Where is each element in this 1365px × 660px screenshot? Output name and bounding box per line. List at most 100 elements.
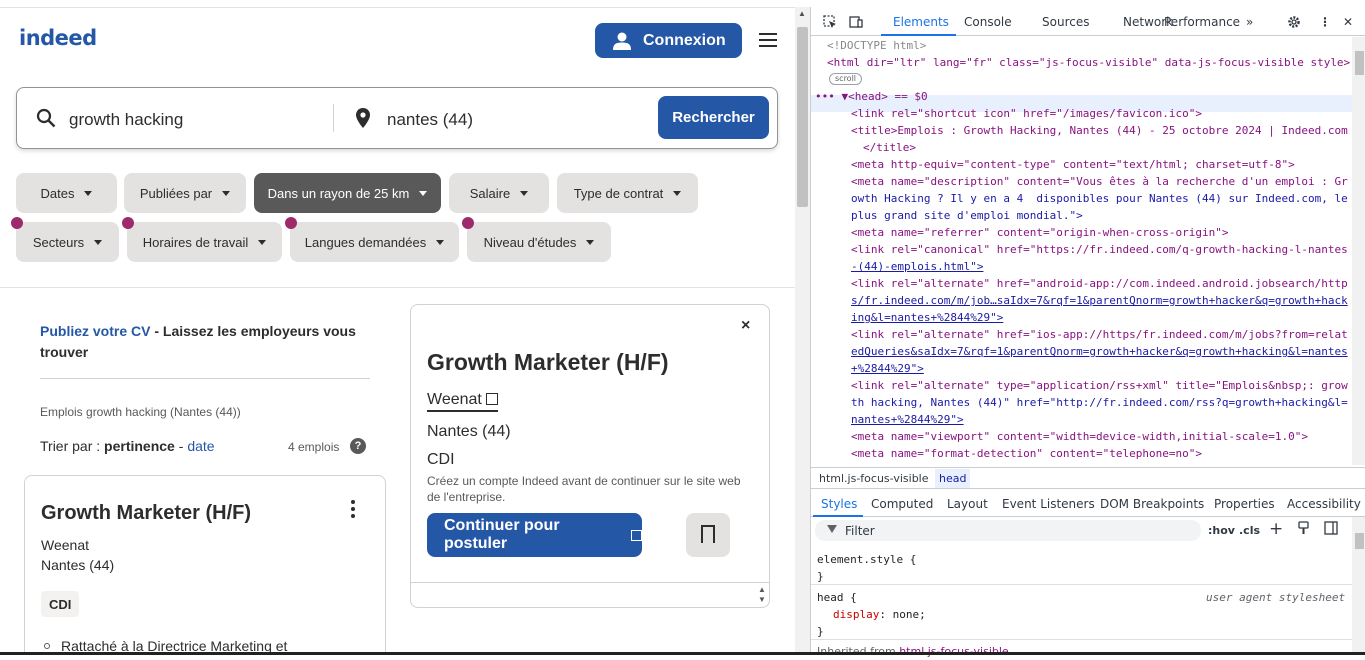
search-button[interactable]: Rechercher [658, 96, 769, 139]
tab-elements[interactable]: Elements [893, 15, 949, 29]
tab-properties[interactable]: Properties [1214, 497, 1275, 511]
filter-education[interactable]: Niveau d'études [467, 222, 611, 262]
dom-line[interactable]: <link rel="alternate" href="ios-app://ht… [851, 326, 1348, 343]
close-icon[interactable]: × [741, 317, 750, 335]
breadcrumb-head[interactable]: head [935, 469, 971, 488]
tab-sources[interactable]: Sources [1042, 15, 1089, 29]
inspect-element-icon[interactable] [823, 15, 837, 29]
filter-languages[interactable]: Langues demandées [290, 222, 459, 262]
detail-scrollbar[interactable]: ▲ ▼ [755, 585, 769, 607]
tab-event-listeners[interactable]: Event Listeners [1002, 497, 1095, 511]
dom-line[interactable]: -(44)-emplois.html"> [851, 258, 983, 275]
help-icon[interactable]: ? [350, 438, 366, 454]
tab-computed[interactable]: Computed [871, 497, 933, 511]
dom-line[interactable]: nantes+%2844%29"> [851, 411, 964, 428]
post-cv-link[interactable]: Publiez votre CV [40, 323, 150, 339]
dom-line[interactable]: th hacking, Nantes (44)" href="http://fr… [851, 394, 1348, 411]
page-scrollbar[interactable]: ▲ [795, 7, 810, 655]
close-devtools-icon[interactable]: ✕ [1343, 15, 1353, 29]
dom-line[interactable]: <meta name="format-detection" content="t… [851, 445, 1202, 462]
scroll-thumb[interactable] [1355, 533, 1364, 549]
dom-line[interactable]: </title> [863, 139, 916, 156]
indeed-logo[interactable]: indeed [19, 26, 97, 50]
dom-line[interactable]: <!DOCTYPE html> [827, 37, 926, 54]
breadcrumb-html[interactable]: html.js-focus-visible [819, 472, 929, 485]
paint-brush-icon[interactable] [1297, 521, 1310, 535]
save-job-button[interactable] [686, 513, 730, 557]
dom-line[interactable]: <meta http-equiv="content-type" content=… [851, 156, 1295, 173]
apply-label: Continuer pour postuler [444, 517, 560, 552]
scroll-thumb[interactable] [797, 27, 808, 207]
what-input[interactable]: growth hacking [69, 110, 183, 130]
dom-line[interactable]: <link rel="shortcut icon" href="/images/… [851, 105, 1202, 122]
style-rule-selector[interactable]: element.style { [817, 551, 916, 568]
dom-line[interactable]: <html dir="ltr" lang="fr" class="js-focu… [827, 54, 1350, 71]
scroll-badge[interactable]: scroll [829, 73, 863, 85]
toggle-sidebar-icon[interactable] [1324, 521, 1338, 535]
dom-tree[interactable]: <!DOCTYPE html> <html dir="ltr" lang="fr… [811, 37, 1352, 465]
dom-line[interactable]: <link rel="alternate" href="android-app:… [851, 275, 1348, 292]
new-indicator-dot [122, 217, 134, 229]
dom-line[interactable]: edQueries&saIdx=7&rqf=1&parentQnorm=grow… [851, 343, 1348, 360]
class-toggle[interactable]: .cls [1239, 524, 1260, 537]
filter-published-by[interactable]: Publiées par [124, 173, 246, 213]
scroll-up-arrow-icon[interactable]: ▲ [798, 9, 806, 18]
dom-line[interactable]: <meta name="viewport" content="width=dev… [851, 428, 1308, 445]
filter-label: Publiées par [139, 185, 213, 201]
filter-label: Horaires de travail [142, 234, 249, 250]
styles-scrollbar[interactable] [1352, 517, 1365, 655]
hover-state-toggle[interactable]: :hov [1208, 524, 1235, 537]
tab-dom-breakpoints[interactable]: DOM Breakpoints [1100, 497, 1204, 511]
new-rule-icon[interactable]: + [1269, 519, 1283, 539]
tab-console[interactable]: Console [964, 15, 1012, 29]
sort-date-link[interactable]: date [187, 438, 214, 454]
caret-down-icon [419, 190, 428, 196]
dom-line[interactable]: +%2844%29"> [851, 360, 924, 377]
filter-contract-type[interactable]: Type de contrat [557, 173, 698, 213]
dom-line[interactable]: ing&l=nantes+%2844%29"> [851, 309, 1003, 326]
devtools-tabbar: Elements Console Sources Network Perform… [811, 7, 1365, 36]
dom-line-head-selected[interactable]: ••• ▼<head> == $0 [815, 88, 928, 105]
dom-line[interactable]: <link rel="alternate" type="application/… [851, 377, 1348, 394]
dom-line[interactable]: <meta name="referrer" content="origin-wh… [851, 224, 1229, 241]
more-tabs-icon[interactable]: » [1246, 15, 1253, 29]
dom-tree-scrollbar[interactable] [1352, 37, 1365, 465]
filter-sectors[interactable]: Secteurs [16, 222, 119, 262]
search-divider [333, 104, 334, 132]
dom-line[interactable]: <title>Emplois : Growth Hacking, Nantes … [851, 122, 1348, 139]
dom-line[interactable]: s/fr.indeed.com/m/job…saIdx=7&rqf=1&pare… [851, 292, 1348, 309]
login-button[interactable]: Connexion [595, 23, 742, 58]
contract-badge: CDI [41, 591, 80, 617]
tab-styles[interactable]: Styles [821, 497, 857, 511]
menu-icon[interactable] [759, 33, 777, 47]
styles-filter-input[interactable]: Filter [815, 520, 1201, 541]
kebab-menu-icon[interactable]: ⋮ [1319, 15, 1331, 29]
filter-radius[interactable]: Dans un rayon de 25 km [254, 173, 441, 213]
filter-schedule[interactable]: Horaires de travail [127, 222, 282, 262]
tab-accessibility[interactable]: Accessibility [1287, 497, 1361, 511]
more-options-icon[interactable] [351, 500, 355, 518]
style-rule-close: } [817, 625, 824, 638]
dom-line[interactable]: plus grand site d'emploi mondial."> [851, 207, 1083, 224]
apply-button[interactable]: Continuer pour postuler [427, 513, 642, 557]
dom-line[interactable]: <link rel="canonical" href="https://fr.i… [851, 241, 1348, 258]
sort-separator: - [174, 438, 188, 454]
filter-dates[interactable]: Dates [16, 173, 117, 213]
tab-layout[interactable]: Layout [947, 497, 988, 511]
job-card-title[interactable]: Growth Marketer (H/F) [41, 502, 251, 525]
scroll-thumb[interactable] [1355, 51, 1364, 75]
job-card[interactable]: Growth Marketer (H/F) Weenat Nantes (44)… [24, 475, 386, 655]
filter-salary[interactable]: Salaire [449, 173, 549, 213]
settings-gear-icon[interactable] [1287, 15, 1301, 29]
sort-prefix: Trier par : [40, 438, 105, 454]
where-input[interactable]: nantes (44) [387, 110, 473, 130]
dom-line[interactable]: <meta name="description" content="Vous ê… [851, 173, 1348, 190]
company-link[interactable]: Weenat [427, 391, 498, 412]
dom-line[interactable]: owth Hacking ? Il y en a 4 disponibles p… [851, 190, 1348, 207]
job-detail-contract: CDI [427, 451, 455, 468]
new-indicator-dot [285, 217, 297, 229]
device-toolbar-icon[interactable] [849, 15, 863, 29]
tab-performance[interactable]: Performance [1164, 15, 1240, 29]
style-declaration[interactable]: display: none; [833, 606, 926, 623]
style-rule-selector[interactable]: head { [817, 589, 857, 606]
